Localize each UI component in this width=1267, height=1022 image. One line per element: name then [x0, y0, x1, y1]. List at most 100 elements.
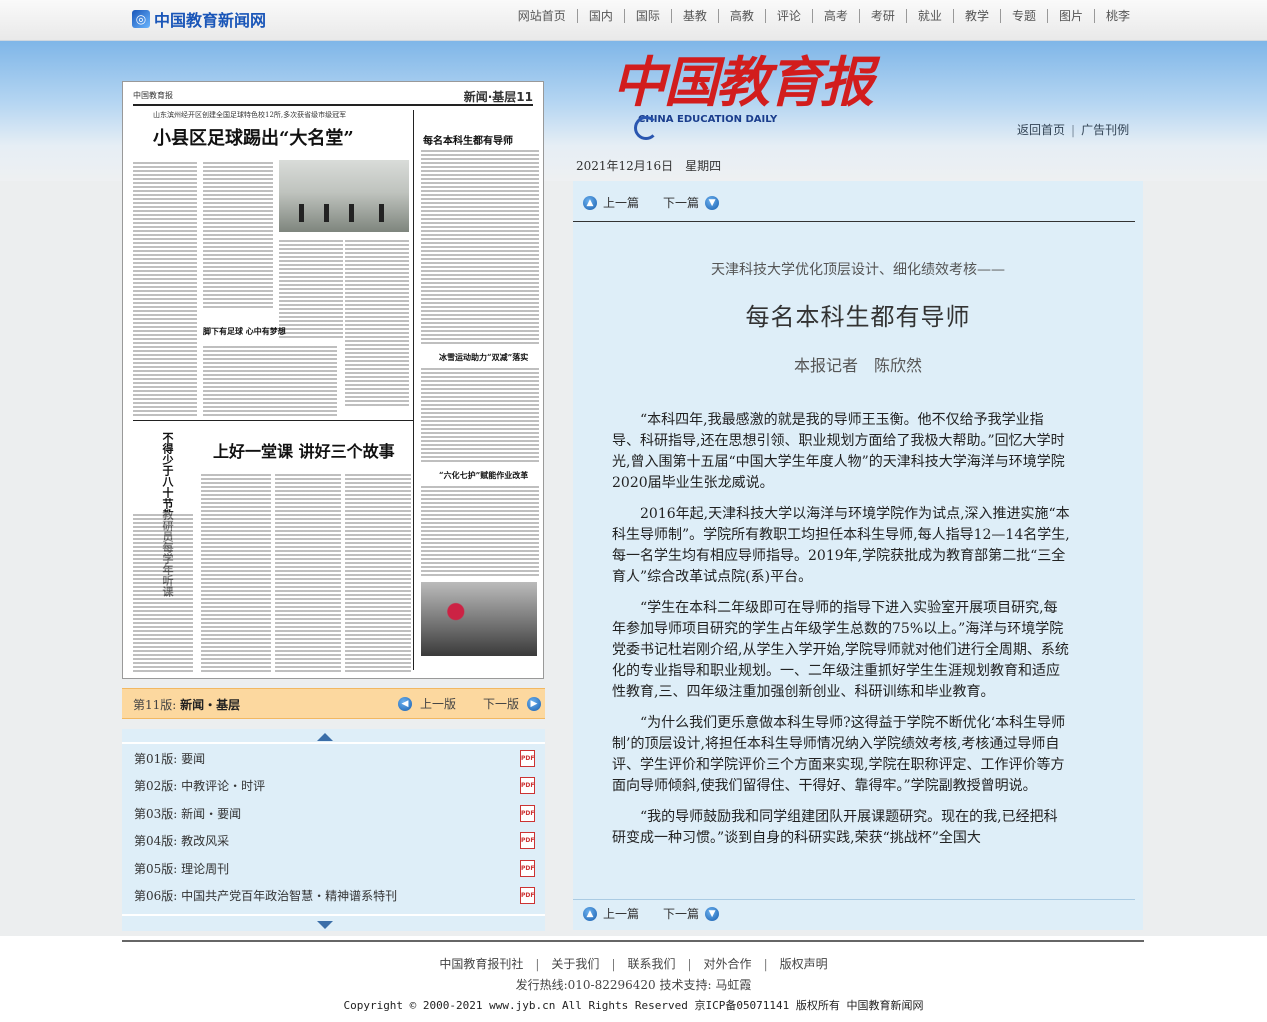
site-logo-text: 中国教育新闻网 — [154, 11, 267, 30]
page-list-item[interactable]: 第04版: 教改风采 PDF — [134, 831, 539, 858]
article-paragraph: “为什么我们更乐意做本科生导师?这得益于学院不断优化‘本科生导师制’的顶层设计,… — [612, 715, 1066, 794]
paper-logo-ring-icon — [634, 116, 658, 140]
footer-copyright: Copyright © 2000-2021 www.jyb.cn All Rig… — [343, 999, 924, 1012]
page-list-item[interactable]: 第03版: 新闻・要闻 PDF — [134, 804, 539, 831]
nav-item-home[interactable]: 网站首页 — [507, 9, 577, 23]
text-block — [133, 512, 193, 672]
nav-item-comment[interactable]: 评论 — [764, 9, 812, 23]
pdf-icon[interactable]: PDF — [520, 886, 535, 904]
page-masthead: 中国教育报 — [133, 91, 173, 100]
page-list-item-name[interactable]: 新闻・要闻 — [181, 807, 241, 821]
nav-item-jobs[interactable]: 就业 — [905, 9, 953, 23]
footer-link-agency[interactable]: 中国教育报刊社 — [427, 957, 535, 971]
paper-name-en: CHINA EDUCATION DAILY — [638, 114, 778, 125]
nav-item-topics[interactable]: 专题 — [999, 9, 1047, 23]
site-logo[interactable]: ◎ 中国教育新闻网 — [132, 6, 266, 32]
nav-item-domestic[interactable]: 国内 — [576, 9, 624, 23]
prev-article-button[interactable]: ▲ 上一篇 — [583, 905, 639, 922]
headline-kicker: 山东滨州经开区创建全国足球特色校12所,多次获省级市级冠军 — [153, 111, 347, 119]
text-block — [133, 160, 197, 418]
headline-lesson[interactable]: 上好一堂课 讲好三个故事 — [213, 438, 395, 462]
nav-item-taoli[interactable]: 桃李 — [1093, 9, 1141, 23]
page-list-item[interactable]: 第05版: 理论周刊 PDF — [134, 859, 539, 886]
newspaper-page-image[interactable]: 中国教育报 新闻·基层11 山东滨州经开区创建全国足球特色校12所,多次获省级市… — [122, 81, 544, 679]
next-article-button[interactable]: 下一篇 ▼ — [663, 905, 720, 922]
ad-link[interactable]: 广告刊例 — [1075, 123, 1135, 137]
article-paragraph: “学生在本科二年级即可在导师的指导下进入实验室开展项目研究,每年参加导师项目研究… — [612, 600, 1069, 700]
top-bar: ◎ 中国教育新闻网 网站首页 国内 国际 基教 高教 评论 高考 考研 就业 教… — [0, 0, 1267, 41]
footer-links: 中国教育报刊社 | 关于我们 | 联系我们 | 对外合作 | 版权声明 — [0, 955, 1267, 972]
back-home-link[interactable]: 返回首页 — [1011, 123, 1071, 137]
page-header: 中国教育报 新闻·基层11 — [133, 90, 533, 106]
scroll-up-icon[interactable] — [317, 733, 333, 741]
page-list-item-name[interactable]: 中国共产党百年政治智慧・精神谱系特刊 — [181, 889, 397, 903]
main-nav: 网站首页 国内 国际 基教 高教 评论 高考 考研 就业 教学 专题 图片 桃李 — [507, 9, 1141, 23]
pdf-icon[interactable]: PDF — [520, 832, 535, 850]
nav-item-basic-edu[interactable]: 基教 — [670, 9, 718, 23]
article-paragraph: “本科四年,我最感激的就是我的导师王玉衡。他不仅给予我学业指导、科研指导,还在思… — [612, 412, 1065, 491]
row-divider — [133, 420, 413, 421]
prev-article-button[interactable]: ▲ 上一篇 — [583, 194, 639, 211]
nav-item-teaching[interactable]: 教学 — [952, 9, 1000, 23]
headline-homework[interactable]: “六化七护”赋能作业改革 — [439, 470, 528, 481]
nav-item-international[interactable]: 国际 — [623, 9, 671, 23]
headline-football-dream[interactable]: 脚下有足球 心中有梦想 — [203, 326, 286, 337]
arrow-down-icon: ▼ — [705, 906, 720, 921]
arrow-up-icon: ▲ — [583, 906, 597, 921]
pdf-icon[interactable]: PDF — [520, 804, 535, 822]
page-list-item-name[interactable]: 教改风采 — [181, 834, 229, 848]
page-number-label: 新闻·基层11 — [463, 90, 533, 104]
arrow-left-icon: ◀ — [398, 696, 412, 711]
pdf-icon[interactable]: PDF — [520, 777, 535, 795]
current-page-name: 新闻・基层 — [180, 698, 241, 712]
headline-ice-snow[interactable]: 冰雪运动助力“双减”落实 — [439, 352, 528, 363]
column-divider — [413, 110, 414, 670]
police-photo — [421, 582, 537, 656]
prev-page-label: 上一版 — [420, 697, 457, 711]
page-list-item-name[interactable]: 要闻 — [181, 752, 205, 766]
paper-logo: 中国教育报 CHINA EDUCATION DAILY — [612, 52, 874, 140]
article-subtitle: 天津科技大学优化顶层设计、细化绩效考核—— — [711, 262, 1005, 278]
nav-item-photos[interactable]: 图片 — [1046, 9, 1094, 23]
text-block — [203, 344, 337, 416]
headline-football[interactable]: 小县区足球踢出“大名堂” — [153, 124, 354, 150]
logo-icon: ◎ — [132, 10, 150, 28]
divider — [573, 899, 1135, 900]
page-nav-bar: 第11版: 新闻・基层 ◀ 上一版 下一版 ▶ — [122, 688, 545, 719]
pdf-icon[interactable]: PDF — [520, 859, 535, 877]
headline-tutor[interactable]: 每名本科生都有导师 — [423, 132, 513, 147]
arrow-right-icon: ▶ — [527, 696, 542, 711]
text-block — [345, 472, 411, 672]
footer-link-copyright[interactable]: 版权声明 — [768, 957, 840, 971]
footer-hotline: 发行热线:010-82296420 技术支持: 马虹霞 — [515, 978, 752, 992]
nav-item-gaokao[interactable]: 高考 — [811, 9, 859, 23]
footer-link-cooperation[interactable]: 对外合作 — [692, 957, 764, 971]
article-content[interactable]: 天津科技大学优化顶层设计、细化绩效考核—— 每名本科生都有导师 本报记者 陈欣然… — [573, 223, 1143, 897]
article-author: 本报记者 陈欣然 — [793, 356, 922, 375]
text-block — [421, 484, 539, 578]
current-page-number: 第11版: — [133, 698, 177, 712]
footer-link-about[interactable]: 关于我们 — [539, 957, 611, 971]
text-block — [421, 366, 539, 462]
nav-item-kaoyan[interactable]: 考研 — [858, 9, 906, 23]
text-block — [345, 238, 409, 408]
page-list-item[interactable]: 第01版: 要闻 PDF — [134, 749, 539, 776]
page-list-item[interactable]: 第06版: 中国共产党百年政治智慧・精神谱系特刊 PDF — [134, 886, 539, 913]
page-list-item[interactable]: 第02版: 中教评论・时评 PDF — [134, 776, 539, 803]
current-page: 第11版: 新闻・基层 — [133, 696, 240, 713]
page-list-item-name[interactable]: 中教评论・时评 — [181, 779, 265, 793]
page-list-items: 第01版: 要闻 PDF 第02版: 中教评论・时评 PDF 第03版: 新闻・… — [134, 749, 539, 913]
next-article-button[interactable]: 下一篇 ▼ — [663, 194, 720, 211]
page-list: 第01版: 要闻 PDF 第02版: 中教评论・时评 PDF 第03版: 新闻・… — [122, 729, 545, 931]
next-page-button[interactable]: 下一版 ▶ — [483, 695, 542, 712]
scroll-down-icon[interactable] — [317, 921, 333, 929]
nav-item-higher-edu[interactable]: 高教 — [717, 9, 765, 23]
article-title: 每名本科生都有导师 — [745, 303, 971, 331]
arrow-up-icon: ▲ — [583, 195, 597, 210]
prev-page-button[interactable]: ◀ 上一版 — [398, 695, 456, 712]
article-paragraph: “我的导师鼓励我和同学组建团队开展课题研究。现在的我,已经把科研变成一种习惯。”… — [612, 809, 1058, 846]
footer-link-contact[interactable]: 联系我们 — [615, 957, 687, 971]
page-list-item-name[interactable]: 理论周刊 — [181, 862, 229, 876]
arrow-down-icon: ▼ — [705, 195, 720, 210]
pdf-icon[interactable]: PDF — [520, 750, 535, 767]
